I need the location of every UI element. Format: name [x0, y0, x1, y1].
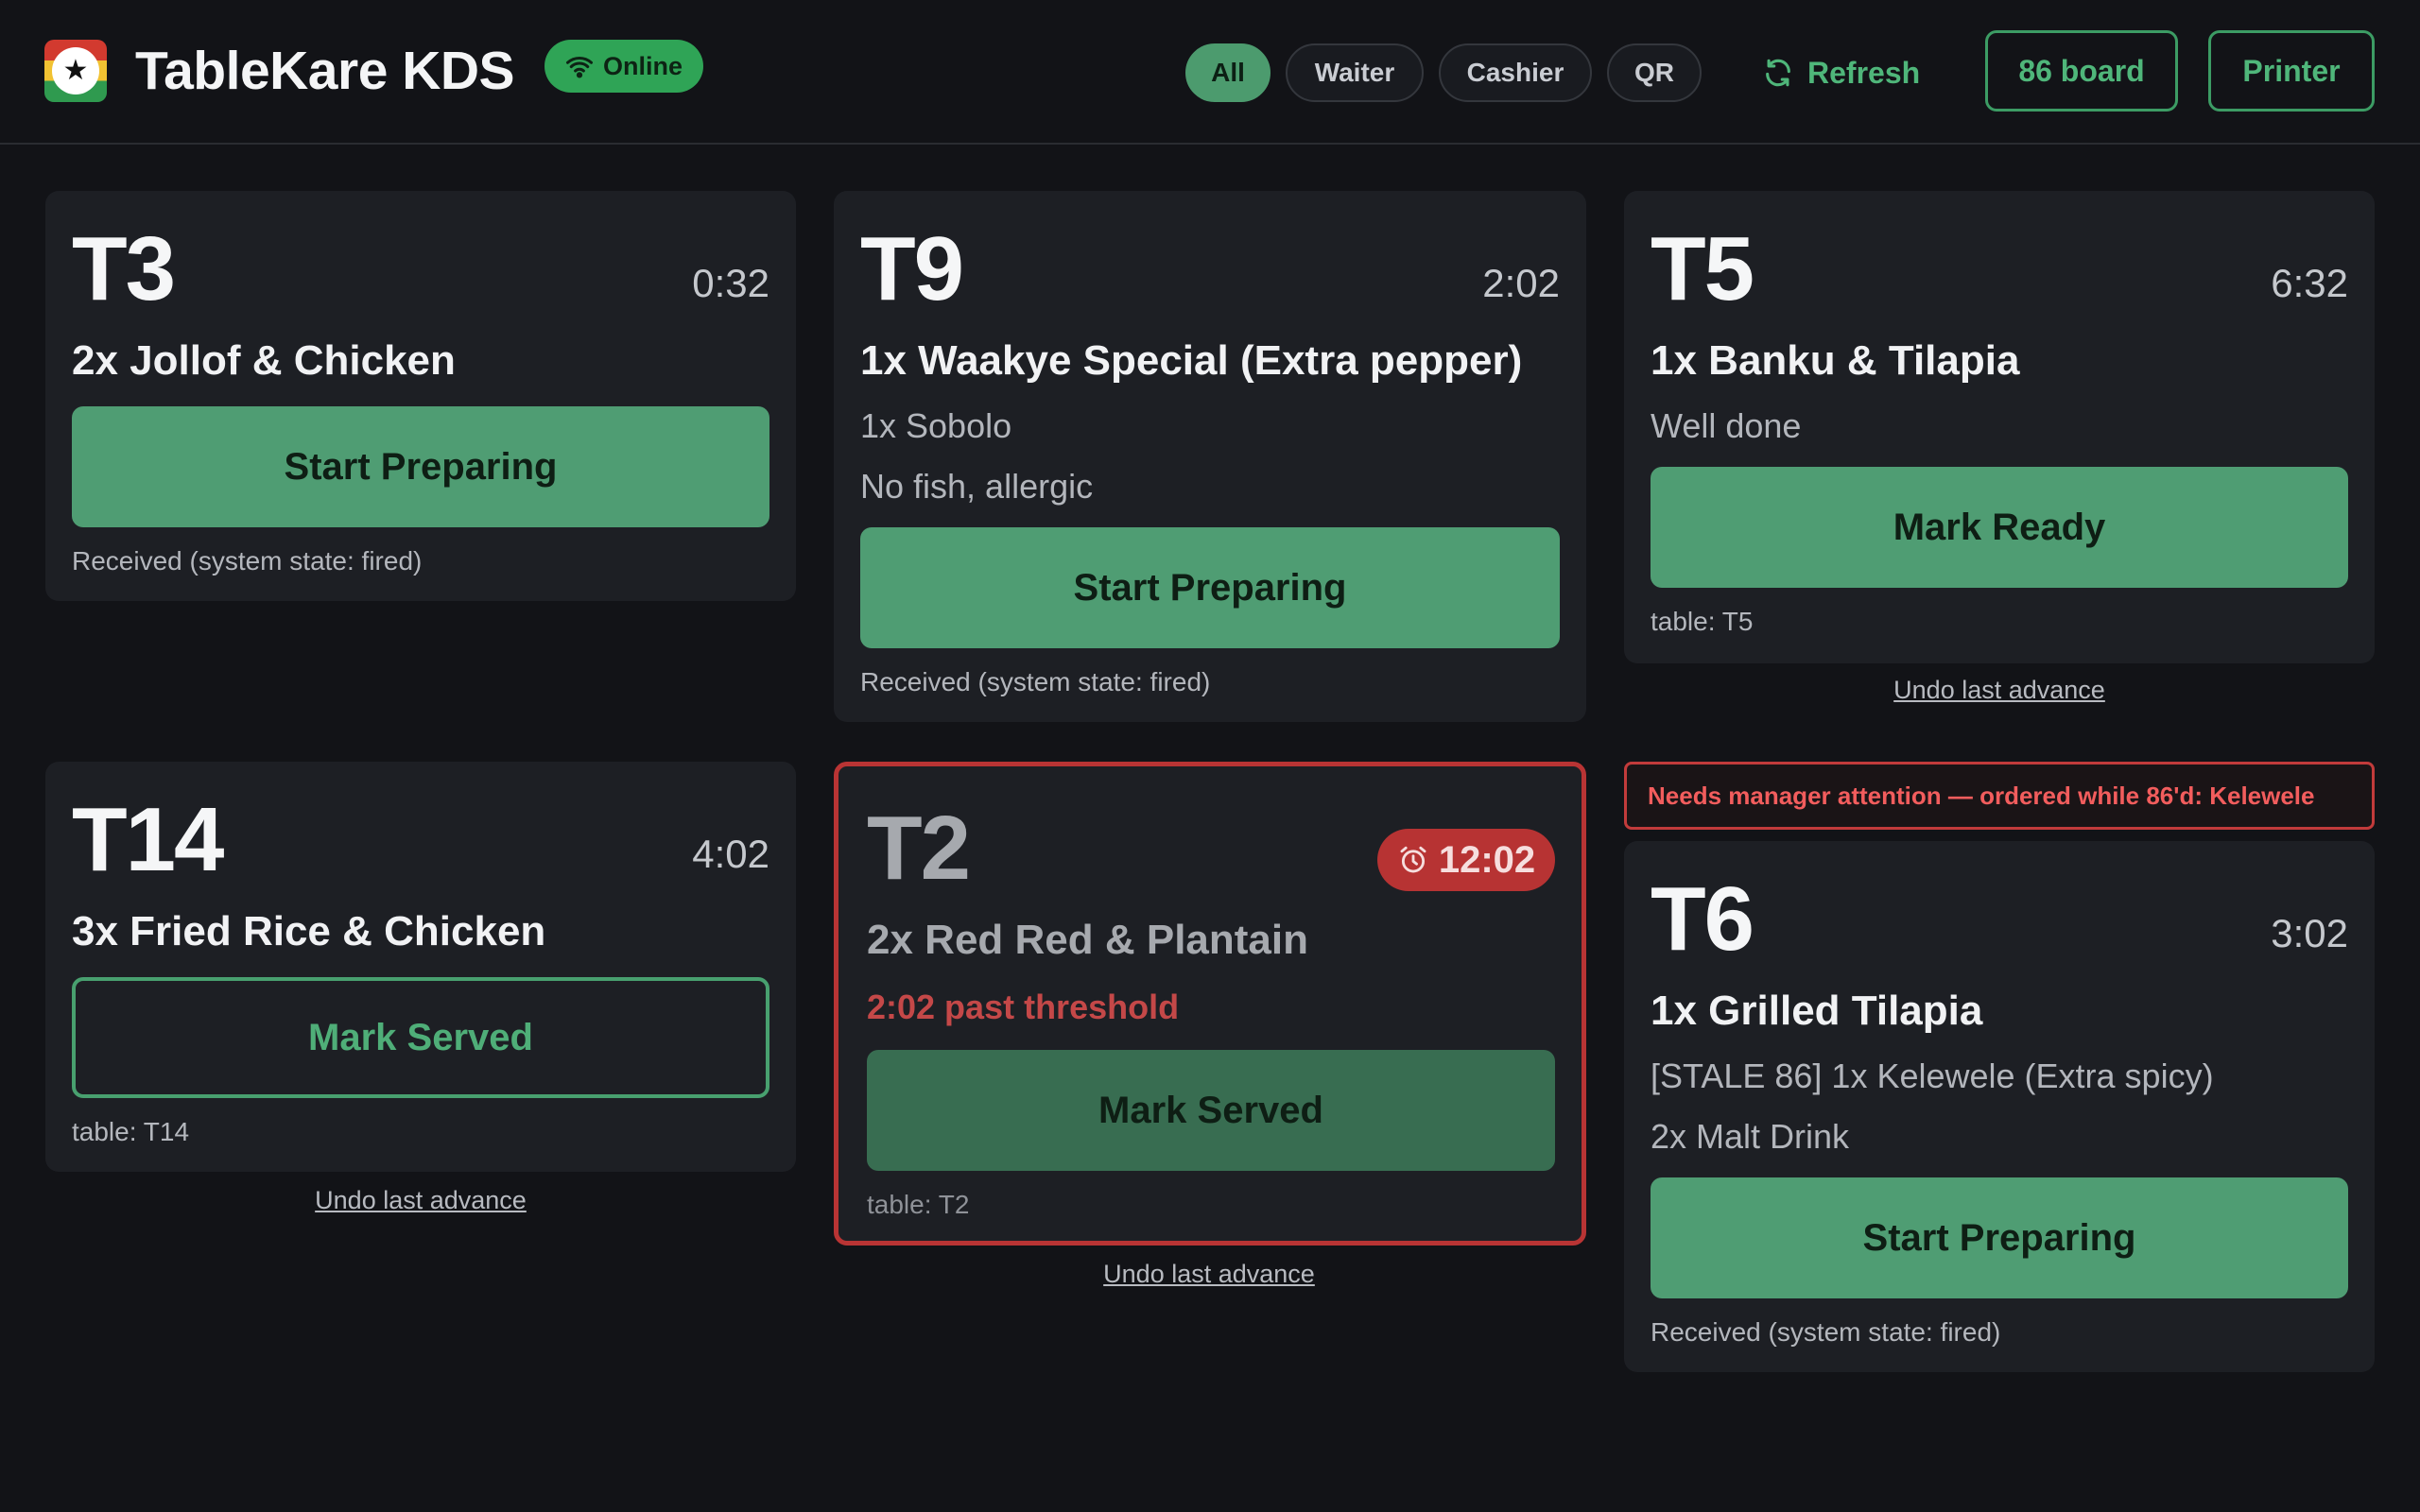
status-label: Online — [602, 51, 683, 80]
ticket-note: Well done — [1651, 406, 1802, 445]
refresh-icon — [1766, 59, 1790, 87]
table-number: T6 — [1651, 868, 1754, 970]
ticket-meta: table: T2 — [867, 1190, 970, 1219]
undo-last-advance-link[interactable]: Undo last advance — [834, 1257, 1584, 1291]
ticket-card-t9: T9 2:02 1x Waakye Special (Extra pepper)… — [834, 191, 1586, 722]
ticket-meta: Received (system state: fired) — [860, 667, 1211, 696]
ticket-item: 2x Red Red & Plantain — [867, 917, 1309, 963]
app-title: TableKare KDS — [135, 41, 515, 101]
ticket-timer: 2:02 — [1482, 261, 1560, 305]
mark-ready-button[interactable]: Mark Ready — [1651, 467, 2348, 588]
source-filter-group: All Waiter Cashier QR — [1185, 43, 1702, 102]
past-threshold-warning: 2:02 past threshold — [867, 988, 1180, 1026]
table-number: T2 — [867, 798, 971, 899]
ticket-timer: 0:32 — [692, 261, 769, 305]
filter-cashier[interactable]: Cashier — [1439, 43, 1592, 102]
ticket-card-t5: T5 6:32 1x Banku & Tilapia Well done Mar… — [1624, 191, 2375, 663]
ticket-meta: Received (system state: fired) — [72, 546, 423, 576]
manager-attention-alert: Needs manager attention — ordered while … — [1624, 762, 2375, 830]
ticket-item: 3x Fried Rice & Chicken — [72, 908, 546, 954]
ticket-timer: 4:02 — [692, 832, 769, 876]
app-logo: ★ — [44, 40, 107, 102]
ticket-item: 2x Jollof & Chicken — [72, 337, 456, 384]
ticket-meta: table: T5 — [1651, 607, 1754, 636]
ticket-note: No fish, allergic — [860, 467, 1094, 506]
ticket-item: 1x Waakye Special (Extra pepper) — [860, 337, 1523, 384]
mark-served-button[interactable]: Mark Served — [72, 977, 769, 1098]
filter-qr[interactable]: QR — [1607, 43, 1702, 102]
start-preparing-button[interactable]: Start Preparing — [1651, 1177, 2348, 1298]
start-preparing-button[interactable]: Start Preparing — [72, 406, 769, 527]
ticket-item-line: 1x Sobolo — [860, 406, 1012, 445]
undo-last-advance-link[interactable]: Undo last advance — [1624, 673, 2375, 707]
ticket-item: 1x Grilled Tilapia — [1651, 988, 1983, 1034]
refresh-label: Refresh — [1807, 55, 1921, 90]
alarm-clock-icon — [1400, 846, 1426, 873]
ticket-item-line: 2x Malt Drink — [1651, 1117, 1850, 1156]
ticket-timer: 3:02 — [2271, 911, 2348, 955]
start-preparing-button[interactable]: Start Preparing — [860, 527, 1560, 648]
ticket-timer: 6:32 — [2271, 261, 2348, 305]
printer-button[interactable]: Printer — [2208, 30, 2375, 112]
stale-86-item-line: [STALE 86] 1x Kelewele (Extra spicy) — [1651, 1057, 2214, 1095]
ticket-card-t6: T6 3:02 1x Grilled Tilapia [STALE 86] 1x… — [1624, 841, 2375, 1372]
filter-waiter[interactable]: Waiter — [1286, 43, 1424, 102]
top-bar: ★ TableKare KDS Online All Waiter Cashie… — [0, 0, 2420, 145]
ticket-card-t14: T14 4:02 3x Fried Rice & Chicken Mark Se… — [45, 762, 796, 1172]
wifi-icon — [565, 56, 593, 78]
ticket-card-t2-overdue: T2 12:02 2x Red Red & Plantain 2:02 past… — [834, 762, 1586, 1246]
ticket-meta: Received (system state: fired) — [1651, 1317, 2001, 1347]
refresh-button[interactable]: Refresh — [1762, 43, 1920, 102]
mark-served-button[interactable]: Mark Served — [867, 1050, 1555, 1171]
overdue-timer-badge: 12:02 — [1377, 829, 1555, 891]
ticket-item: 1x Banku & Tilapia — [1651, 337, 2020, 384]
online-status-badge: Online — [544, 40, 703, 93]
table-number: T3 — [72, 218, 176, 319]
ticket-meta: table: T14 — [72, 1117, 190, 1146]
ticket-card-t3: T3 0:32 2x Jollof & Chicken Start Prepar… — [45, 191, 796, 601]
table-number: T14 — [72, 789, 224, 890]
undo-last-advance-link[interactable]: Undo last advance — [45, 1183, 796, 1217]
star-icon: ★ — [52, 47, 99, 94]
overdue-timer: 12:02 — [1438, 838, 1536, 881]
86-board-button[interactable]: 86 board — [1985, 30, 2178, 112]
table-number: T9 — [860, 218, 964, 319]
filter-all[interactable]: All — [1185, 43, 1270, 102]
table-number: T5 — [1651, 218, 1754, 319]
